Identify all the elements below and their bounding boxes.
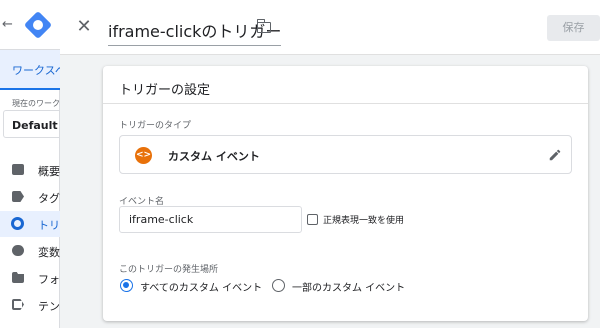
- trigger-name-input[interactable]: iframe-clickのトリガー: [108, 18, 282, 46]
- trigger-type-label: トリガーのタイプ: [119, 121, 192, 131]
- sidebar-item-folders[interactable]: フォル: [0, 265, 60, 291]
- regex-match-label: 正規表現一致を使用: [323, 216, 405, 226]
- back-arrow-icon[interactable]: ←: [2, 17, 13, 32]
- sidebar-item-label: トリガ: [38, 219, 60, 232]
- tab-workspace[interactable]: ワークスペ: [0, 50, 60, 90]
- all-custom-events-radio[interactable]: [120, 279, 133, 292]
- variable-icon: [12, 245, 24, 256]
- regex-match-checkbox[interactable]: [307, 214, 318, 225]
- event-name-input[interactable]: iframe-click: [119, 206, 302, 233]
- trigger-config-card: トリガーの設定 トリガーのタイプ <> カスタム イベント イベント名 ifra…: [103, 66, 588, 321]
- sidebar-item-variables[interactable]: 変数: [0, 238, 60, 264]
- tag-manager-logo-icon: [23, 10, 53, 40]
- overview-icon: [12, 164, 24, 175]
- trigger-icon: [11, 217, 24, 230]
- save-button[interactable]: 保存: [547, 15, 600, 41]
- all-custom-events-label: すべてのカスタム イベント: [140, 283, 263, 294]
- template-icon: [12, 299, 24, 310]
- sidebar: ワークスペ 現在のワーク Default Wo 概要 タグ トリガ 変数 フォル…: [0, 50, 73, 328]
- sidebar-item-label: テンプ: [38, 300, 60, 313]
- close-icon[interactable]: ✕: [74, 17, 94, 37]
- sidebar-item-templates[interactable]: テンプ: [0, 292, 60, 318]
- sidebar-item-label: 概要: [38, 165, 60, 178]
- trigger-type-selector[interactable]: <> カスタム イベント: [119, 135, 572, 174]
- sidebar-item-overview[interactable]: 概要: [0, 157, 60, 183]
- sidebar-item-label: フォル: [38, 273, 60, 286]
- occurrence-label: このトリガーの発生場所: [119, 265, 219, 275]
- sidebar-item-label: 変数: [38, 246, 60, 259]
- panel-header: ✕ iframe-clickのトリガー 保存: [60, 0, 600, 55]
- current-workspace-label: 現在のワーク: [12, 99, 60, 108]
- tag-icon: [12, 191, 24, 202]
- divider: [103, 103, 588, 104]
- some-custom-events-label: 一部のカスタム イベント: [292, 283, 406, 294]
- some-custom-events-radio[interactable]: [272, 279, 285, 292]
- sidebar-item-tags[interactable]: タグ: [0, 184, 60, 210]
- sidebar-item-label: タグ: [38, 192, 60, 205]
- trigger-type-name: カスタム イベント: [168, 150, 260, 163]
- folder-icon[interactable]: [256, 18, 271, 33]
- card-title: トリガーの設定: [119, 83, 211, 98]
- folder-icon: [12, 272, 24, 283]
- sidebar-item-triggers[interactable]: トリガ: [0, 211, 60, 237]
- custom-event-icon: <>: [135, 147, 152, 164]
- pencil-edit-icon[interactable]: [548, 148, 562, 162]
- trigger-editor-panel: ✕ iframe-clickのトリガー 保存 トリガーの設定 トリガーのタイプ …: [60, 0, 600, 328]
